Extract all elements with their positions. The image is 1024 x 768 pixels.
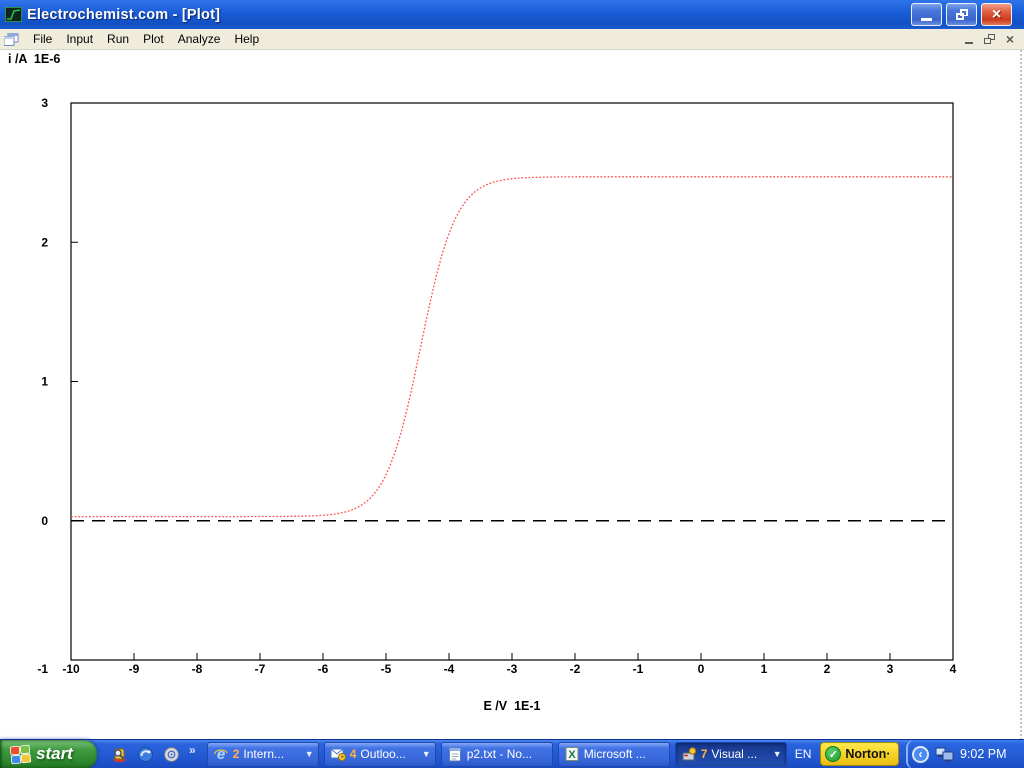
menu-help[interactable]: Help [227, 30, 266, 48]
svg-text:e: e [217, 746, 225, 762]
x-tick-label: -10 [62, 662, 80, 676]
x-tick-label: -5 [381, 662, 392, 676]
x-tick-label: 4 [950, 662, 957, 676]
outlook-icon [330, 746, 346, 762]
x-tick-label: -6 [318, 662, 329, 676]
close-button[interactable]: × [981, 3, 1012, 26]
group-count: 2 [233, 747, 240, 761]
group-count: 4 [350, 747, 357, 761]
windows-logo-icon [9, 743, 32, 764]
taskbar-button-label: Intern... [243, 747, 284, 761]
norton-label: Norton· [845, 747, 890, 761]
start-label: start [36, 744, 81, 764]
x-axis-title: E /V 1E-1 [71, 699, 953, 713]
menu-file[interactable]: File [26, 30, 59, 48]
mdi-child-icon[interactable] [4, 33, 19, 46]
plot-canvas: -10-9-8-7-6-5-4-3-2-1012343210-1 [0, 50, 1024, 739]
restore-button[interactable] [946, 3, 977, 26]
y-tick-label: 3 [41, 96, 48, 110]
group-dropdown-arrow-icon[interactable]: ▼ [422, 749, 431, 759]
menu-analyze[interactable]: Analyze [171, 30, 228, 48]
restore-icon [956, 9, 968, 20]
y-tick-label: 0 [41, 514, 48, 528]
mdi-minimize-icon[interactable] [965, 42, 973, 44]
tray-collapse-chevron-icon[interactable]: ‹ [912, 746, 929, 763]
y-tick-label: 1 [41, 375, 48, 389]
group-dropdown-arrow-icon[interactable]: ▼ [305, 749, 314, 759]
clock: 9:02 PM [960, 747, 1007, 761]
taskbar-button-excel[interactable]: X Microsoft ... [558, 742, 670, 767]
menu-run[interactable]: Run [100, 30, 136, 48]
x-tick-label: 3 [887, 662, 894, 676]
x-tick-label: -3 [507, 662, 518, 676]
taskbar-button-label: Outloo... [360, 747, 405, 761]
taskbar-button-label: p2.txt - No... [467, 747, 532, 761]
start-button[interactable]: start [0, 740, 97, 768]
taskbar-button-outlook[interactable]: 4Outloo... ▼ [324, 742, 436, 767]
norton-badge[interactable]: ✓ Norton· [820, 742, 899, 766]
y-tick-label: 2 [41, 235, 48, 249]
minimize-button[interactable] [911, 3, 942, 26]
taskbar-button-visual-studio[interactable]: 7Visual ... ▼ [675, 742, 787, 767]
media-player-app-icon[interactable] [163, 746, 180, 763]
window-edge-divider [1020, 50, 1022, 739]
system-tray: ‹ 9:02 PM [906, 740, 1024, 768]
mdi-window-controls: × [965, 33, 1024, 45]
language-indicator[interactable]: EN [787, 747, 821, 761]
menu-items: FileInputRunPlotAnalyzeHelp [26, 30, 266, 48]
y-axis-title: i /A 1E-6 [8, 52, 60, 66]
network-icon[interactable] [935, 747, 954, 762]
minimize-icon [921, 18, 932, 21]
menu-bar: FileInputRunPlotAnalyzeHelp × [0, 29, 1024, 50]
internet-explorer-icon: e [213, 746, 229, 762]
y-tick-label: -1 [37, 662, 48, 676]
x-tick-label: -1 [633, 662, 644, 676]
x-tick-label: 2 [824, 662, 831, 676]
taskbar-button-notepad[interactable]: p2.txt - No... [441, 742, 553, 767]
taskbar-button-label: Microsoft ... [584, 747, 646, 761]
svg-text:X: X [568, 749, 576, 761]
mdi-restore-icon[interactable] [984, 34, 995, 44]
mdi-close-icon[interactable]: × [1006, 33, 1014, 45]
plot-client-area: i /A 1E-6 -10-9-8-7-6-5-4-3-2-1012343210… [0, 50, 1024, 739]
search-app-icon[interactable] [111, 746, 128, 763]
x-tick-label: -9 [129, 662, 140, 676]
x-tick-label: -7 [255, 662, 266, 676]
title-bar: Electrochemist.com - [Plot] × [0, 0, 1024, 29]
norton-check-icon: ✓ [825, 746, 841, 762]
menu-plot[interactable]: Plot [136, 30, 171, 48]
group-dropdown-arrow-icon[interactable]: ▼ [773, 749, 782, 759]
menu-input[interactable]: Input [59, 30, 100, 48]
x-tick-label: 1 [761, 662, 768, 676]
excel-icon: X [564, 746, 580, 762]
app-icon [5, 7, 22, 22]
messenger-app-icon[interactable] [137, 746, 154, 763]
group-count: 7 [701, 747, 708, 761]
plot-frame [71, 103, 953, 660]
quick-launch-bar: » [97, 746, 204, 763]
notepad-icon [447, 746, 463, 762]
quick-launch-overflow-chevron[interactable]: » [189, 743, 196, 757]
x-tick-label: -8 [192, 662, 203, 676]
x-tick-label: 0 [698, 662, 705, 676]
x-tick-label: -2 [570, 662, 581, 676]
taskbar-button-internet-explorer[interactable]: e2Intern... ▼ [207, 742, 319, 767]
close-icon: × [992, 7, 1001, 23]
taskbar-button-label: Visual ... [711, 747, 757, 761]
visual-studio-icon [681, 746, 697, 762]
task-buttons: e2Intern... ▼ 4Outloo... ▼ p2.txt - No... X Mi… [207, 742, 787, 767]
x-tick-label: -4 [444, 662, 455, 676]
voltammogram-curve [71, 177, 953, 517]
taskbar: start » e2Intern... ▼ 4Outloo... ▼ p2.txt - … [0, 739, 1024, 768]
window-title: Electrochemist.com - [Plot] [27, 7, 220, 23]
